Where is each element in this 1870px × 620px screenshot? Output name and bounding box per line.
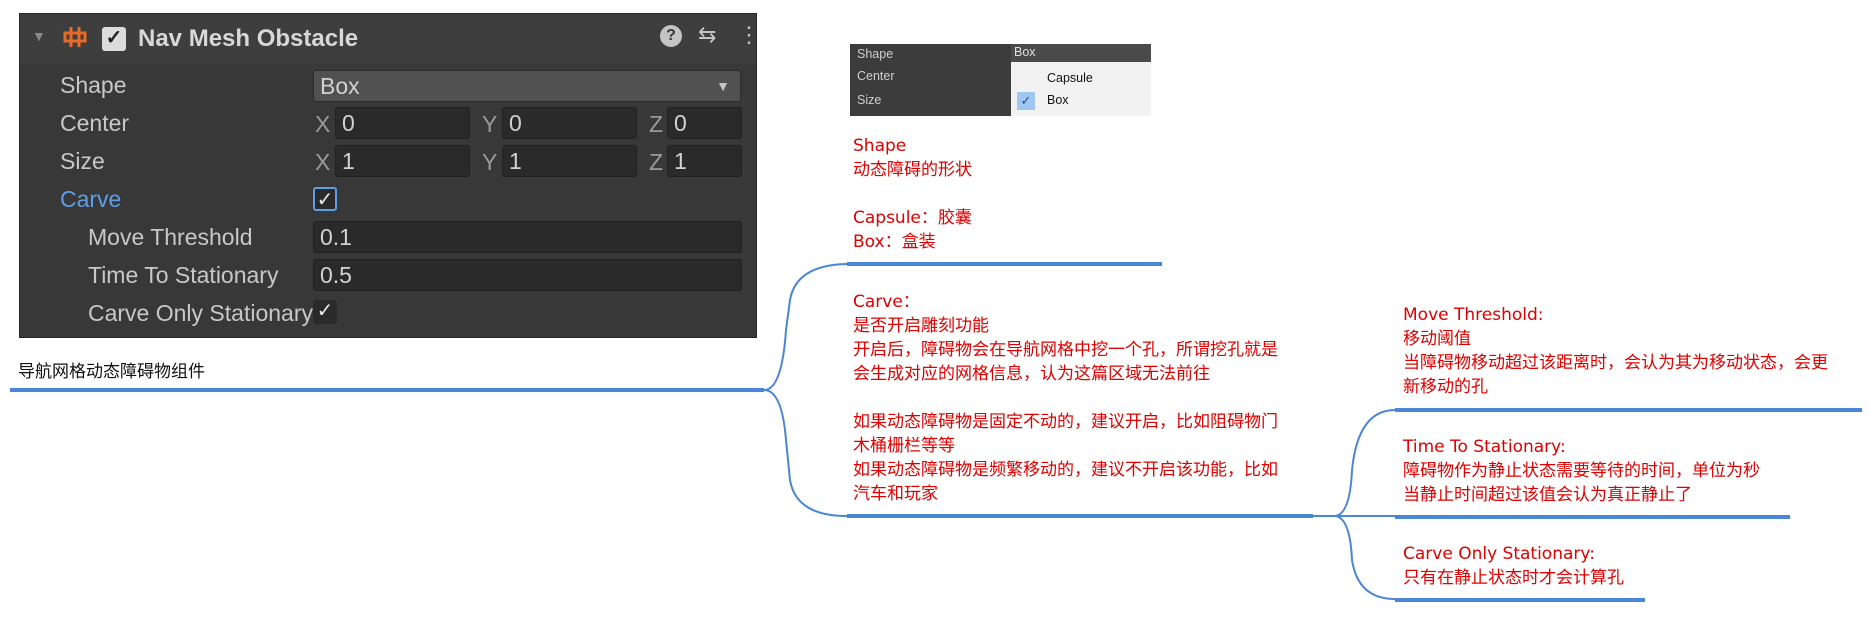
preview-dropdown-field[interactable]: Box: [1011, 44, 1151, 63]
note-line: 会生成对应的网格信息，认为这篇区域无法前往: [853, 364, 1210, 384]
size-label: Size: [60, 148, 105, 174]
nav-mesh-obstacle-inspector: ▼ ✓ Nav Mesh Obstacle ? ⇆ ⋮ Shape Box ▼ …: [19, 13, 760, 338]
size-y-axis-label: Y: [482, 149, 498, 175]
note-line: 当静止时间超过该值会认为真正静止了: [1403, 485, 1692, 505]
carve-only-stationary-label: Carve Only Stationary: [88, 300, 313, 326]
size-y-field[interactable]: 1: [502, 145, 637, 177]
note-line: 障碍物作为静止状态需要等待的时间，单位为秒: [1403, 461, 1760, 481]
shape-dropdown-value: Box: [320, 73, 360, 99]
note-line: 如果动态障碍物是固定不动的，建议开启，比如阻碍物门: [853, 412, 1278, 432]
center-label: Center: [60, 110, 130, 136]
preview-option-box: Box: [1047, 93, 1069, 107]
note-line: 新移动的孔: [1403, 377, 1488, 397]
carve-note: Carve： 是否开启雕刻功能 开启后，障碍物会在导航网格中挖一个孔，所谓挖孔就…: [853, 290, 1278, 506]
selected-check-icon: ✓: [1017, 92, 1035, 110]
branch-curve-left: [763, 263, 848, 391]
center-x-axis-label: X: [315, 111, 331, 137]
branch-curve-right-bottom: [1333, 515, 1396, 600]
note-line: Move Threshold:: [1403, 305, 1544, 325]
note-line: Time To Stationary:: [1403, 437, 1566, 457]
shape-dropdown[interactable]: Box ▼: [313, 70, 741, 102]
center-y-axis-label: Y: [482, 111, 498, 137]
note-line: [853, 386, 1278, 410]
note-line: Capsule：胶囊: [853, 208, 972, 228]
component-title: Nav Mesh Obstacle: [138, 25, 359, 52]
root-node-label: 导航网格动态障碍物组件: [18, 362, 205, 382]
center-z-field[interactable]: 0: [667, 107, 742, 139]
chevron-down-icon: ▼: [716, 78, 730, 94]
presets-icon[interactable]: ⇆: [698, 22, 716, 48]
preview-option-capsule[interactable]: Capsule: [1047, 71, 1093, 85]
carve-only-stationary-checkbox[interactable]: ✓: [313, 300, 337, 324]
time-to-stationary-note: Time To Stationary: 障碍物作为静止状态需要等待的时间，单位为…: [1403, 435, 1760, 507]
component-enabled-checkbox[interactable]: ✓: [102, 27, 126, 51]
carve-label: Carve: [60, 186, 122, 212]
shape-dropdown-preview: Shape Center Size Box Capsule ✓ Box: [850, 44, 1151, 116]
help-icon[interactable]: ?: [660, 25, 682, 47]
preview-shape-label: Shape: [857, 47, 894, 61]
size-x-axis-label: X: [315, 149, 331, 175]
component-header: ▼ ✓ Nav Mesh Obstacle ? ⇆ ⋮: [20, 14, 760, 64]
note-line: 是否开启雕刻功能: [853, 316, 989, 336]
move-threshold-field[interactable]: 0.1: [313, 221, 742, 253]
center-y-field[interactable]: 0: [502, 107, 637, 139]
preview-menu: Capsule ✓ Box: [1011, 62, 1151, 116]
note-line: Carve：: [853, 292, 920, 312]
note-line: 如果动态障碍物是频繁移动的，建议不开启该功能，比如: [853, 460, 1278, 480]
time-to-stationary-field[interactable]: 0.5: [313, 259, 742, 291]
note-line: 当障碍物移动超过该距离时，会认为其为移动状态，会更: [1403, 353, 1828, 373]
time-to-stationary-label: Time To Stationary: [88, 262, 279, 288]
preview-option-box-row[interactable]: ✓ Box: [1011, 91, 1151, 111]
note-line: Shape: [853, 136, 907, 156]
foldout-arrow-icon[interactable]: ▼: [32, 28, 46, 44]
note-line: Box：盒装: [853, 232, 936, 252]
size-x-field[interactable]: 1: [335, 145, 470, 177]
nav-mesh-obstacle-icon: [62, 24, 88, 50]
carve-checkbox[interactable]: ✓: [313, 187, 337, 211]
preview-size-label: Size: [857, 93, 882, 107]
preview-center-label: Center: [857, 69, 895, 83]
center-z-axis-label: Z: [649, 111, 664, 137]
shape-note: Shape 动态障碍的形状 Capsule：胶囊 Box：盒装: [853, 134, 972, 254]
note-line: 汽车和玩家: [853, 484, 938, 504]
shape-label: Shape: [60, 72, 127, 98]
move-threshold-label: Move Threshold: [88, 224, 253, 250]
note-line: 开启后，障碍物会在导航网格中挖一个孔，所谓挖孔就是: [853, 340, 1278, 360]
branch-curve-left-bottom: [763, 389, 848, 517]
size-z-axis-label: Z: [649, 149, 664, 175]
note-line: 只有在静止状态时才会计算孔: [1403, 568, 1624, 588]
preview-dropdown-value: Box: [1014, 45, 1036, 59]
note-line: 木桶栅栏等等: [853, 436, 955, 456]
size-z-field[interactable]: 1: [667, 145, 742, 177]
note-line: 移动阈值: [1403, 329, 1471, 349]
note-line: 动态障碍的形状: [853, 160, 972, 180]
branch-curve-right-top: [1333, 409, 1396, 517]
more-options-icon[interactable]: ⋮: [738, 22, 760, 48]
carve-only-stationary-note: Carve Only Stationary: 只有在静止状态时才会计算孔: [1403, 542, 1624, 590]
move-threshold-note: Move Threshold: 移动阈值 当障碍物移动超过该距离时，会认为其为移…: [1403, 303, 1828, 399]
note-line: Carve Only Stationary:: [1403, 544, 1595, 564]
note-line: [853, 182, 972, 206]
center-x-field[interactable]: 0: [335, 107, 470, 139]
